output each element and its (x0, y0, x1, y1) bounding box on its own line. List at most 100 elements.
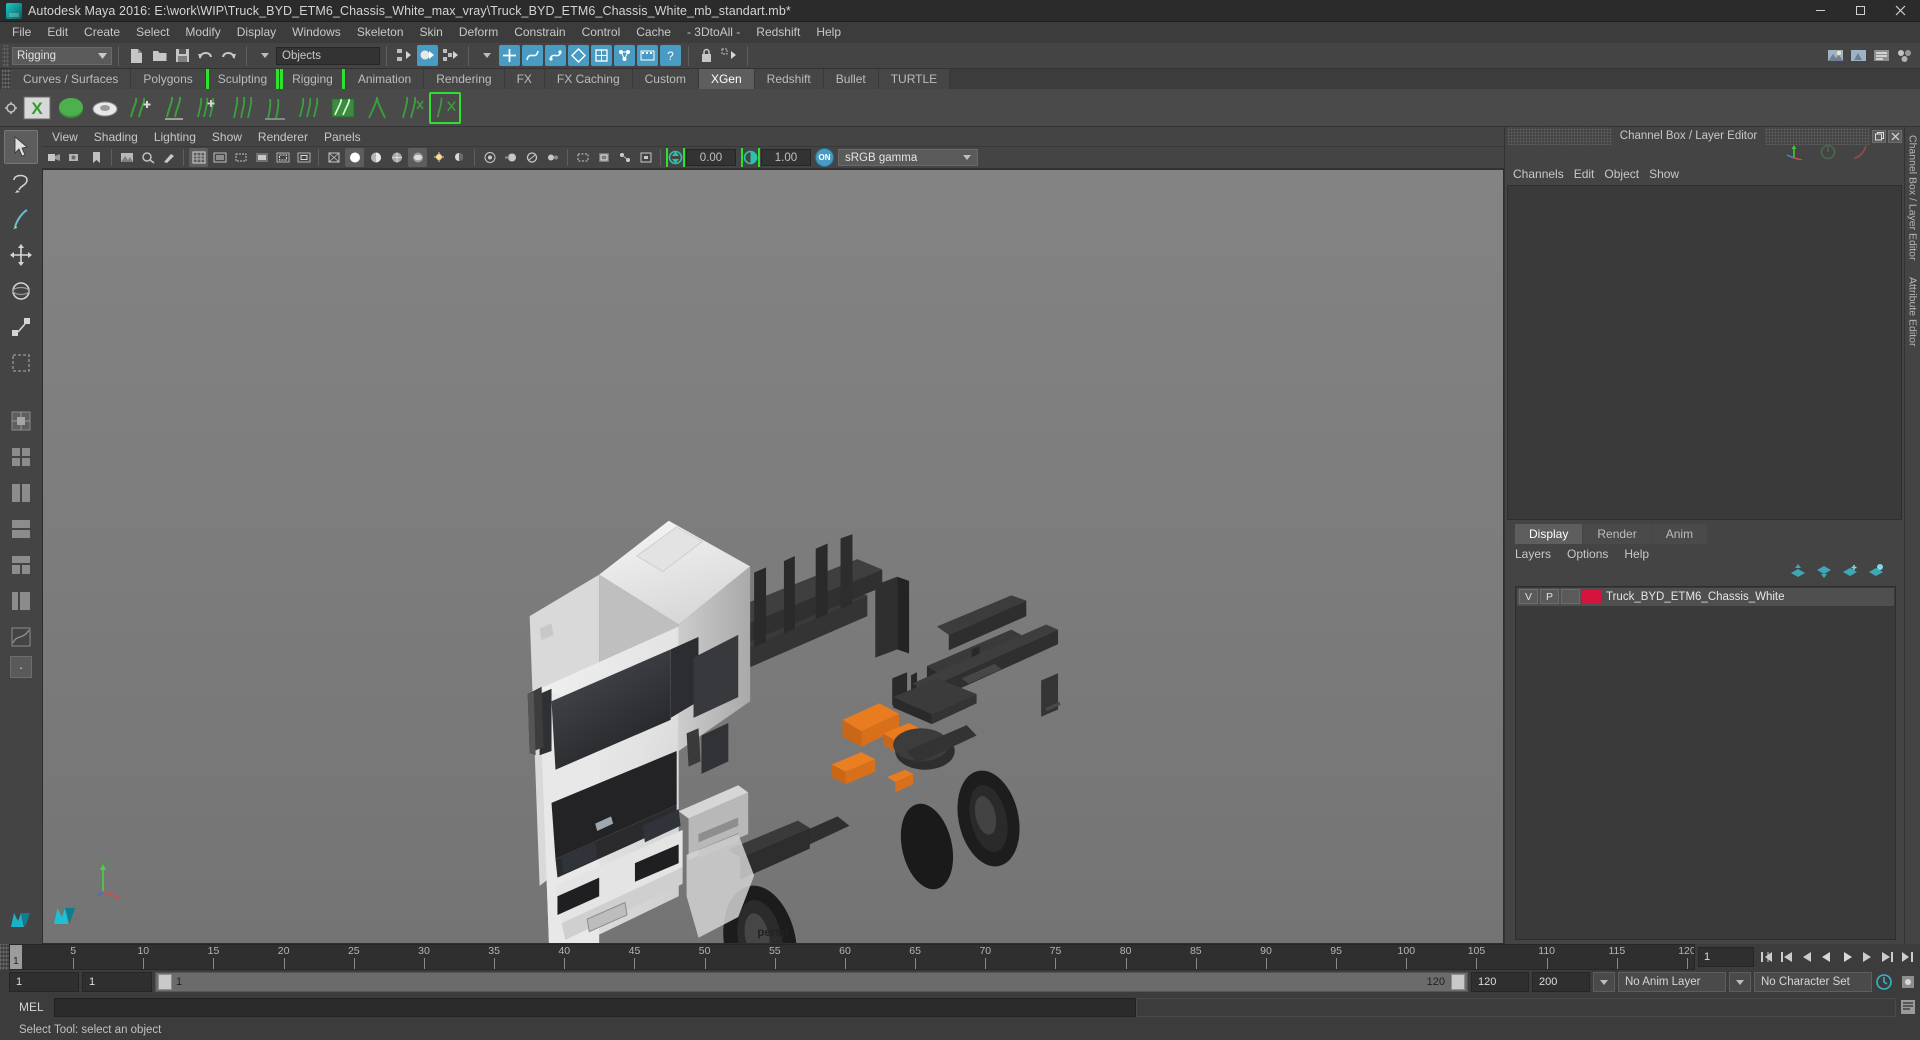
xray-active-comp-icon[interactable] (636, 148, 655, 167)
side-tab-channel-box[interactable]: Channel Box / Layer Editor (1907, 127, 1919, 269)
redo-icon[interactable] (218, 45, 239, 66)
gate-mask-icon[interactable] (252, 148, 271, 167)
xgen-add-guide-icon[interactable] (123, 92, 155, 124)
shelf-tab-rigging[interactable]: Rigging (280, 69, 346, 89)
xgen-disc-icon[interactable] (89, 92, 121, 124)
ipr-render-icon[interactable] (1848, 45, 1869, 66)
channel-menu-edit[interactable]: Edit (1574, 167, 1605, 181)
shelf-grip[interactable] (2, 69, 11, 89)
textured-icon[interactable] (408, 148, 427, 167)
shelf-tab-bullet[interactable]: Bullet (823, 69, 879, 89)
use-all-lights-icon[interactable] (429, 148, 448, 167)
menu-help[interactable]: Help (808, 23, 849, 42)
step-back-frame-icon[interactable] (1798, 947, 1816, 967)
menu-modify[interactable]: Modify (177, 23, 228, 42)
character-set-dropdown-icon[interactable] (1729, 972, 1751, 992)
menu-skin[interactable]: Skin (412, 23, 451, 42)
graph-editor-layout-icon[interactable] (4, 620, 38, 654)
render-view-icon[interactable] (1825, 45, 1846, 66)
tab-render[interactable]: Render (1583, 523, 1651, 544)
lock-icon[interactable] (696, 45, 717, 66)
layer-name[interactable]: Truck_BYD_ETM6_Chassis_White (1606, 591, 1785, 603)
shelf-tab-custom[interactable]: Custom (632, 69, 699, 89)
mask-dynamics-icon[interactable] (637, 45, 658, 66)
wireframe-on-shaded-icon[interactable] (387, 148, 406, 167)
layer-color-swatch[interactable] (1582, 589, 1601, 604)
gamma-value-field[interactable]: 1.00 (761, 149, 811, 166)
channel-menu-channels[interactable]: Channels (1513, 167, 1574, 181)
layer-type-toggle[interactable] (1561, 589, 1580, 604)
safe-title-icon[interactable] (294, 148, 313, 167)
script-editor-icon[interactable] (1896, 996, 1920, 1018)
last-tool-icon[interactable] (4, 346, 38, 380)
command-input[interactable] (53, 997, 1136, 1017)
viewport-menu-lighting[interactable]: Lighting (146, 129, 204, 145)
current-frame-field[interactable]: 1 (1698, 947, 1754, 967)
mask-misc-icon[interactable]: ? (660, 45, 681, 66)
step-forward-frame-icon[interactable] (1858, 947, 1876, 967)
film-gate-icon[interactable] (210, 148, 229, 167)
grease-pencil-icon[interactable] (159, 148, 178, 167)
shelf-tab-turtle[interactable]: TURTLE (878, 69, 951, 89)
menu-file[interactable]: File (4, 23, 39, 42)
maximize-icon[interactable] (1840, 0, 1880, 22)
menu-3dtoall[interactable]: - 3DtoAll - (679, 23, 748, 42)
menu-control[interactable]: Control (574, 23, 629, 42)
xgen-mask-brush-icon[interactable] (259, 92, 291, 124)
selection-mask-field[interactable]: Objects (276, 46, 380, 65)
anim-start-time-field[interactable]: 1 (9, 972, 79, 992)
table-row[interactable]: V P Truck_BYD_ETM6_Chassis_White (1517, 587, 1894, 606)
time-cursor[interactable]: 1 (10, 945, 22, 969)
character-set-selector[interactable]: No Character Set (1754, 972, 1872, 992)
viewport-menu-shading[interactable]: Shading (86, 129, 146, 145)
minimize-icon[interactable] (1800, 0, 1840, 22)
isolate-select-icon[interactable] (573, 148, 592, 167)
scale-tool-icon[interactable] (4, 310, 38, 344)
channel-menu-object[interactable]: Object (1604, 167, 1649, 181)
xgen-noise-brush-icon[interactable] (293, 92, 325, 124)
time-slider[interactable]: 1 5 10 15 20 25 30 35 40 45 50 55 60 65 70 75 80 85 90 95 1… (9, 944, 1695, 970)
viewport-menu-renderer[interactable]: Renderer (250, 129, 316, 145)
script-language-label[interactable]: MEL (9, 1000, 54, 1014)
xgen-density-brush-icon[interactable] (191, 92, 223, 124)
go-to-end-icon[interactable] (1898, 947, 1916, 967)
menu-select[interactable]: Select (128, 23, 177, 42)
depth-of-field-icon[interactable] (543, 148, 562, 167)
smooth-shade-all-icon[interactable] (345, 148, 364, 167)
lasso-tool-icon[interactable] (4, 166, 38, 200)
channel-speed-icon[interactable] (1820, 144, 1836, 165)
anim-layer-selector[interactable]: No Anim Layer (1618, 972, 1726, 992)
mask-handles-icon[interactable] (499, 45, 520, 66)
camera-attributes-icon[interactable] (66, 148, 85, 167)
manipulator-axis-icon[interactable] (1786, 144, 1804, 165)
layer-visibility-toggle[interactable]: V (1519, 589, 1538, 604)
four-view-layout-icon[interactable] (4, 440, 38, 474)
shelf-tab-fx-caching[interactable]: FX Caching (544, 69, 633, 89)
xgen-preview-icon[interactable] (327, 92, 359, 124)
select-camera-icon[interactable] (45, 148, 64, 167)
persp-outliner-layout-icon[interactable] (4, 584, 38, 618)
move-layer-up-icon[interactable] (1790, 564, 1806, 583)
layer-menu-options[interactable]: Options (1567, 547, 1624, 561)
menu-windows[interactable]: Windows (284, 23, 349, 42)
menu-set-selector[interactable]: Rigging (12, 46, 112, 65)
xray-joints-icon[interactable] (615, 148, 634, 167)
close-icon[interactable] (1880, 0, 1920, 22)
menu-redshift[interactable]: Redshift (748, 23, 808, 42)
save-scene-icon[interactable] (172, 45, 193, 66)
channel-curve-icon[interactable] (1852, 144, 1868, 165)
shelf-tab-xgen[interactable]: XGen (698, 69, 755, 89)
toolbar-grip[interactable] (2, 44, 9, 67)
image-plane-icon[interactable] (117, 148, 136, 167)
panel-close-icon[interactable] (1888, 129, 1903, 143)
motion-blur-icon[interactable] (501, 148, 520, 167)
shelf-options-icon[interactable] (2, 91, 20, 124)
selection-mask-dropdown-icon[interactable] (254, 45, 275, 66)
select-by-hierarchy-icon[interactable] (394, 45, 415, 66)
mask-curves-icon[interactable] (522, 45, 543, 66)
layer-menu-help[interactable]: Help (1624, 547, 1665, 561)
menu-edit[interactable]: Edit (39, 23, 76, 42)
move-layer-down-icon[interactable] (1816, 564, 1832, 583)
smooth-shade-selected-icon[interactable] (366, 148, 385, 167)
viewport-menu-panels[interactable]: Panels (316, 129, 369, 145)
